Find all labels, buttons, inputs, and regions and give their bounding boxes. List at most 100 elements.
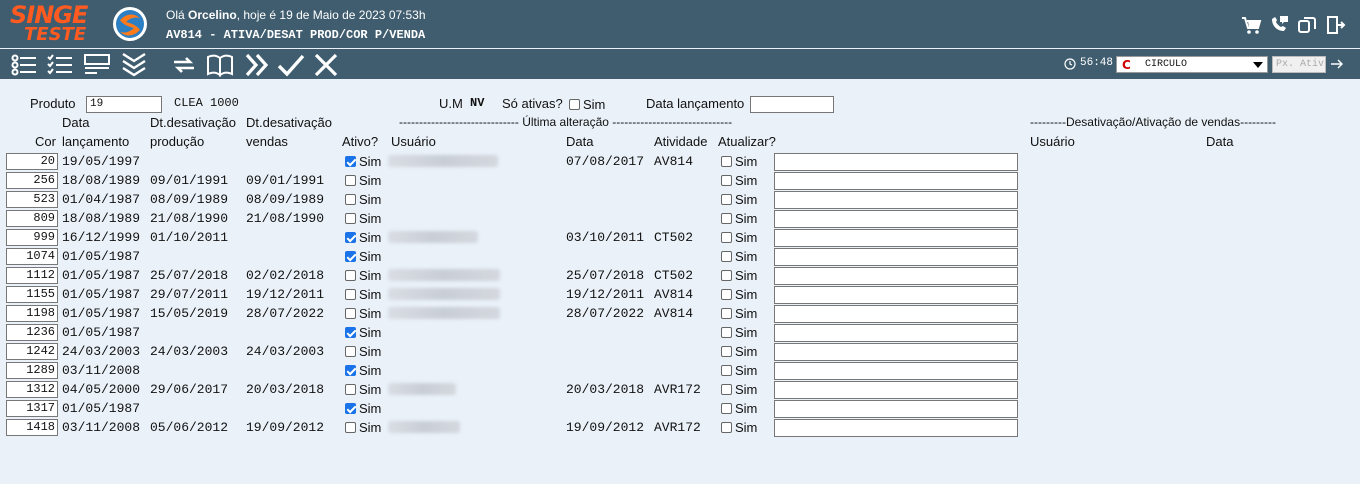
observacao-input[interactable] bbox=[774, 248, 1018, 266]
cor-input[interactable]: 1289 bbox=[6, 362, 58, 379]
refresh-icon[interactable] bbox=[170, 52, 198, 78]
cor-input[interactable]: 523 bbox=[6, 191, 58, 208]
atualizar-sim-label: Sim bbox=[735, 173, 758, 188]
desativacao-vendas-header: ---------Desativação/Ativação de vendas-… bbox=[1030, 115, 1277, 129]
table-row: 256 18/08/1989 09/01/1991 09/01/1991 Sim Sim bbox=[0, 171, 1360, 190]
cor-input[interactable]: 1317 bbox=[6, 400, 58, 417]
ativo-checkbox[interactable] bbox=[345, 251, 356, 262]
atualizar-checkbox[interactable] bbox=[721, 175, 732, 186]
observacao-input[interactable] bbox=[774, 362, 1018, 380]
atualizar-checkbox[interactable] bbox=[721, 270, 732, 281]
atividade-cell: AV814 bbox=[654, 306, 694, 321]
collapse-all-icon[interactable] bbox=[120, 52, 148, 78]
atualizar-checkbox[interactable] bbox=[721, 289, 732, 300]
produto-label: Produto bbox=[30, 96, 76, 111]
col-dtdesat-prod-top: Dt.desativação bbox=[150, 115, 236, 130]
ativo-checkbox[interactable] bbox=[345, 403, 356, 414]
observacao-input[interactable] bbox=[774, 324, 1018, 342]
cor-input[interactable]: 1312 bbox=[6, 381, 58, 398]
ativo-checkbox[interactable] bbox=[345, 384, 356, 395]
ativo-checkbox[interactable] bbox=[345, 422, 356, 433]
atualizar-checkbox[interactable] bbox=[721, 156, 732, 167]
observacao-input[interactable] bbox=[774, 267, 1018, 285]
confirm-icon[interactable] bbox=[277, 52, 305, 78]
atualizar-checkbox[interactable] bbox=[721, 308, 732, 319]
observacao-input[interactable] bbox=[774, 172, 1018, 190]
atualizar-checkbox[interactable] bbox=[721, 232, 732, 243]
list-icon[interactable] bbox=[10, 52, 38, 78]
arrow-right-icon[interactable] bbox=[1330, 57, 1344, 71]
cor-input[interactable]: 20 bbox=[6, 153, 58, 170]
observacao-input[interactable] bbox=[774, 286, 1018, 304]
cor-input[interactable]: 999 bbox=[6, 229, 58, 246]
company-select[interactable]: C CIRCULO bbox=[1116, 56, 1268, 73]
cor-input[interactable]: 1236 bbox=[6, 324, 58, 341]
observacao-input[interactable] bbox=[774, 191, 1018, 209]
so-ativas-checkbox[interactable] bbox=[569, 99, 580, 110]
atualizar-checkbox[interactable] bbox=[721, 365, 732, 376]
support-chat-icon[interactable] bbox=[1268, 14, 1290, 36]
cor-input[interactable]: 1074 bbox=[6, 248, 58, 265]
cart-icon[interactable] bbox=[1240, 14, 1262, 36]
produto-input[interactable]: 19 bbox=[86, 96, 162, 113]
cor-input[interactable]: 809 bbox=[6, 210, 58, 227]
atualizar-checkbox[interactable] bbox=[721, 327, 732, 338]
form-icon[interactable] bbox=[83, 52, 111, 78]
ativo-checkbox[interactable] bbox=[345, 232, 356, 243]
ativo-checkbox[interactable] bbox=[345, 289, 356, 300]
observacao-input[interactable] bbox=[774, 229, 1018, 247]
ativo-sim-label: Sim bbox=[359, 154, 382, 169]
checklist-icon[interactable] bbox=[46, 52, 74, 78]
observacao-input[interactable] bbox=[774, 305, 1018, 323]
data-lancamento-cell: 01/05/1987 bbox=[62, 268, 141, 283]
windows-icon[interactable] bbox=[1296, 14, 1318, 36]
atualizar-checkbox[interactable] bbox=[721, 346, 732, 357]
atualizar-checkbox[interactable] bbox=[721, 194, 732, 205]
data-lancamento-input[interactable] bbox=[750, 96, 834, 113]
ativo-sim-label: Sim bbox=[359, 287, 382, 302]
logout-icon[interactable] bbox=[1324, 14, 1346, 36]
app-logo[interactable]: SINGE TESTE bbox=[10, 3, 106, 45]
dt-desat-producao-cell: 25/07/2018 bbox=[150, 268, 229, 283]
observacao-input[interactable] bbox=[774, 210, 1018, 228]
cor-input[interactable]: 1155 bbox=[6, 286, 58, 303]
ativo-checkbox[interactable] bbox=[345, 308, 356, 319]
alteracao-data-cell: 25/07/2018 bbox=[566, 268, 645, 283]
cor-input[interactable]: 1112 bbox=[6, 267, 58, 284]
ativo-checkbox[interactable] bbox=[345, 346, 356, 357]
observacao-input[interactable] bbox=[774, 381, 1018, 399]
session-timer: 56:48 bbox=[1080, 57, 1114, 69]
atualizar-checkbox[interactable] bbox=[721, 384, 732, 395]
atualizar-checkbox[interactable] bbox=[721, 213, 732, 224]
observacao-input[interactable] bbox=[774, 343, 1018, 361]
cor-input[interactable]: 1198 bbox=[6, 305, 58, 322]
col-lancamento: lançamento bbox=[62, 134, 130, 149]
ativo-checkbox[interactable] bbox=[345, 270, 356, 281]
atualizar-sim-label: Sim bbox=[735, 268, 758, 283]
observacao-input[interactable] bbox=[774, 400, 1018, 418]
ativo-checkbox[interactable] bbox=[345, 327, 356, 338]
cor-input[interactable]: 1418 bbox=[6, 419, 58, 436]
forward-icon[interactable] bbox=[243, 52, 271, 78]
atualizar-checkbox[interactable] bbox=[721, 251, 732, 262]
ativo-checkbox[interactable] bbox=[345, 194, 356, 205]
cor-input[interactable]: 1242 bbox=[6, 343, 58, 360]
observacao-input[interactable] bbox=[774, 419, 1018, 437]
table-row: 1074 01/05/1987 Sim Sim bbox=[0, 247, 1360, 266]
alteracao-data-cell: 28/07/2022 bbox=[566, 306, 645, 321]
cancel-icon[interactable] bbox=[312, 52, 340, 78]
clock-icon bbox=[1064, 58, 1076, 70]
chevron-down-icon bbox=[1253, 62, 1263, 68]
ativo-checkbox[interactable] bbox=[345, 365, 356, 376]
data-lancamento-cell: 18/08/1989 bbox=[62, 173, 141, 188]
next-activity-input[interactable]: Px. Ativ bbox=[1272, 56, 1326, 73]
observacao-input[interactable] bbox=[774, 153, 1018, 171]
ativo-checkbox[interactable] bbox=[345, 213, 356, 224]
ativo-checkbox[interactable] bbox=[345, 175, 356, 186]
cor-input[interactable]: 256 bbox=[6, 172, 58, 189]
ativo-sim-label: Sim bbox=[359, 249, 382, 264]
atualizar-checkbox[interactable] bbox=[721, 403, 732, 414]
ativo-checkbox[interactable] bbox=[345, 156, 356, 167]
atualizar-checkbox[interactable] bbox=[721, 422, 732, 433]
book-icon[interactable] bbox=[206, 52, 234, 78]
